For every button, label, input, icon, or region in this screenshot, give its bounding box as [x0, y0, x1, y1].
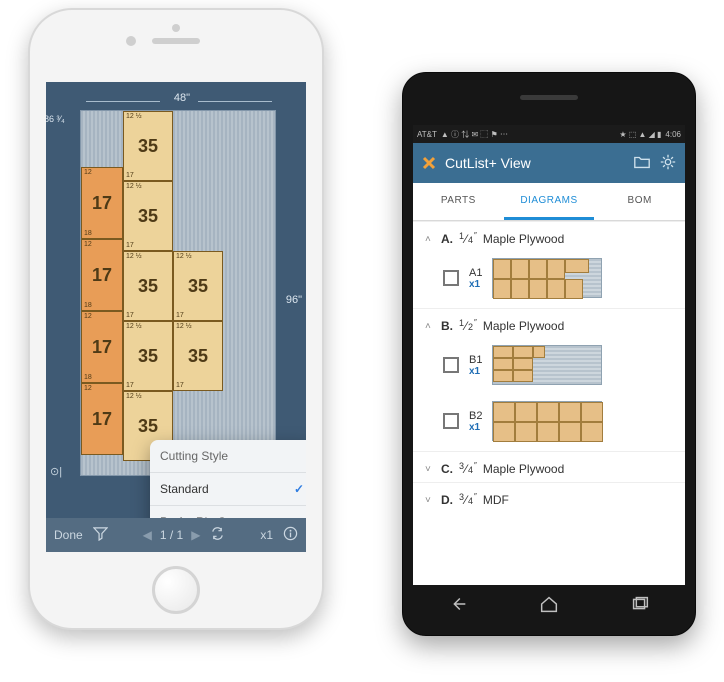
android-nav-bar	[413, 589, 685, 623]
thickness-fraction: 1⁄4″	[459, 231, 477, 245]
home-button[interactable]	[152, 566, 200, 614]
bottom-toolbar: Done ◀ 1 / 1 ▶ x1	[46, 518, 306, 552]
refresh-icon[interactable]	[210, 526, 225, 544]
sheet-thumbnail	[492, 345, 602, 385]
iphone-device: 48" 86 ³⁄₄ 12 ½ 35 17 12 ½ 35 17 12 ½ 35…	[28, 8, 324, 630]
sheet-meta: B2 x1	[469, 410, 482, 433]
tab-bom[interactable]: BOM	[594, 183, 685, 220]
piece-17[interactable]: 12 17 18	[81, 311, 123, 383]
checkbox[interactable]	[443, 270, 459, 286]
back-icon[interactable]	[447, 593, 469, 620]
left-dimension-label: 86 ³⁄₄	[46, 114, 65, 124]
app-logo-icon	[421, 155, 437, 171]
section-header-a[interactable]: ˄ A. 1⁄4″ Maple Plywood	[413, 221, 685, 252]
popover-option-standard[interactable]: Standard ✓	[150, 473, 306, 506]
done-button[interactable]: Done	[54, 528, 83, 542]
thickness-fraction: 3⁄4″	[459, 461, 477, 475]
chevron-down-icon: ˅	[425, 495, 435, 506]
android-device: AT&T ▲ ⓘ ⇅ ✉ ⬚ ⚑ ⋯ ★ ⬚ ▲ ◢ ▮ 4:06 CutLis…	[402, 72, 696, 636]
iphone-sensor	[172, 24, 180, 32]
piece-35[interactable]: 12 ½ 35 17	[123, 181, 173, 251]
status-icons-right: ★ ⬚ ▲ ◢ ▮	[619, 130, 661, 139]
status-icons-left: ▲ ⓘ ⇅ ✉ ⬚ ⚑ ⋯	[441, 129, 508, 140]
filter-icon[interactable]	[93, 526, 108, 544]
sheet-row-b2[interactable]: B2 x1	[413, 395, 685, 451]
page-indicator: 1 / 1	[160, 528, 183, 542]
diagram-list[interactable]: ˄ A. 1⁄4″ Maple Plywood A1 x1	[413, 221, 685, 585]
section-header-b[interactable]: ˄ B. 1⁄2″ Maple Plywood	[413, 308, 685, 339]
settings-gear-icon[interactable]	[659, 153, 677, 174]
thickness-fraction: 3⁄4″	[459, 492, 477, 506]
piece-17[interactable]: 12 17	[81, 383, 123, 455]
sheet-thumbnail	[492, 258, 602, 298]
home-icon[interactable]	[538, 593, 560, 620]
right-dimension-label: 96"	[286, 294, 302, 306]
chevron-down-icon: ˅	[425, 464, 435, 475]
android-tabs: PARTS DIAGRAMS BOM	[413, 183, 685, 221]
prev-page-icon[interactable]: ◀	[143, 528, 152, 542]
recent-apps-icon[interactable]	[629, 593, 651, 620]
multiplier-button[interactable]: x1	[260, 528, 273, 542]
sheet-row-a1[interactable]: A1 x1	[413, 252, 685, 308]
android-status-bar: AT&T ▲ ⓘ ⇅ ✉ ⬚ ⚑ ⋯ ★ ⬚ ▲ ◢ ▮ 4:06	[413, 125, 685, 143]
pager: ◀ 1 / 1 ▶	[143, 528, 201, 542]
sheet-stock[interactable]: 12 ½ 35 17 12 ½ 35 17 12 ½ 35 17 12 ½ 35	[80, 110, 276, 476]
iphone-screen: 48" 86 ³⁄₄ 12 ½ 35 17 12 ½ 35 17 12 ½ 35…	[46, 82, 306, 552]
magnifier-icon[interactable]: ⊙|	[50, 465, 62, 478]
tab-diagrams[interactable]: DIAGRAMS	[504, 183, 595, 220]
app-title: CutList+ View	[445, 155, 625, 171]
thickness-fraction: 1⁄2″	[459, 318, 477, 332]
android-speaker	[520, 95, 578, 100]
chevron-up-icon: ˄	[425, 321, 435, 332]
checkbox[interactable]	[443, 357, 459, 373]
info-icon[interactable]	[283, 526, 298, 544]
sheet-thumbnail	[492, 401, 602, 441]
carrier-label: AT&T	[417, 130, 437, 139]
iphone-camera	[126, 36, 136, 46]
sheet-meta: B1 x1	[469, 354, 482, 377]
checkmark-icon: ✓	[294, 482, 304, 496]
piece-35[interactable]: 12 ½ 35 17	[173, 251, 223, 321]
piece-35[interactable]: 12 ½ 35 17	[123, 251, 173, 321]
chevron-up-icon: ˄	[425, 234, 435, 245]
top-dimension-label: 48"	[68, 92, 296, 106]
piece-17[interactable]: 12 17 18	[81, 239, 123, 311]
piece-17[interactable]: 12 17 18	[81, 167, 123, 239]
section-header-c[interactable]: ˅ C. 3⁄4″ Maple Plywood	[413, 451, 685, 482]
piece-35[interactable]: 12 ½ 35 17	[123, 111, 173, 181]
sheet-row-b1[interactable]: B1 x1	[413, 339, 685, 395]
piece-35[interactable]: 12 ½ 35 17	[173, 321, 223, 391]
android-titlebar: CutList+ View	[413, 143, 685, 183]
sheet-meta: A1 x1	[469, 267, 482, 290]
tab-parts[interactable]: PARTS	[413, 183, 504, 220]
iphone-speaker	[152, 38, 200, 44]
checkbox[interactable]	[443, 413, 459, 429]
clock-label: 4:06	[665, 130, 681, 139]
popover-title: Cutting Style	[150, 440, 306, 473]
open-folder-icon[interactable]	[633, 153, 651, 174]
section-header-d[interactable]: ˅ D. 3⁄4″ MDF	[413, 482, 685, 513]
piece-35[interactable]: 12 ½ 35 17	[123, 321, 173, 391]
android-screen: AT&T ▲ ⓘ ⇅ ✉ ⬚ ⚑ ⋯ ★ ⬚ ▲ ◢ ▮ 4:06 CutLis…	[413, 125, 685, 585]
next-page-icon[interactable]: ▶	[191, 528, 200, 542]
